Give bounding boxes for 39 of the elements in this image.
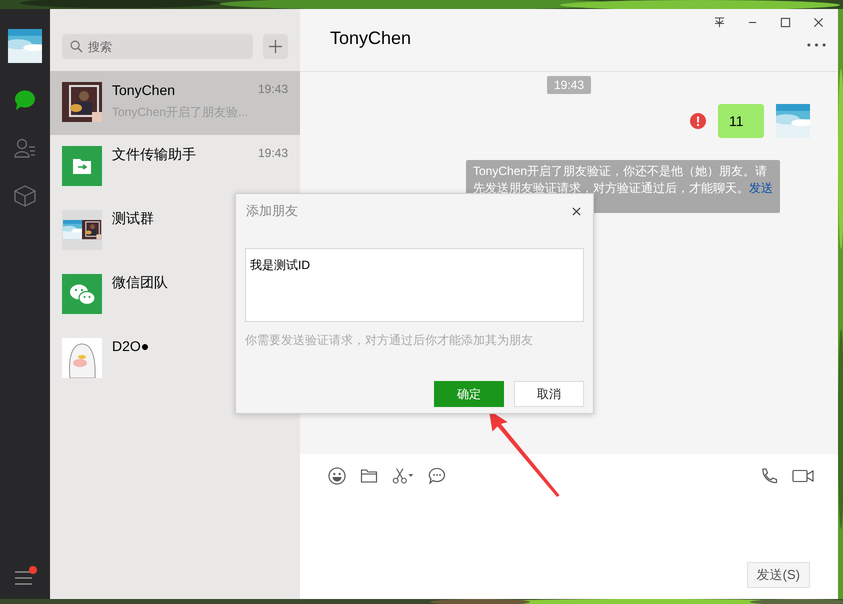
cancel-button[interactable]: 取消	[514, 381, 584, 407]
speech-bubble-icon[interactable]	[428, 467, 446, 485]
chat-bubbles-icon	[62, 274, 102, 314]
folder-icon	[62, 146, 102, 186]
dialog-title: 添加朋友	[246, 202, 298, 220]
search-icon	[70, 40, 83, 53]
input-field[interactable]: 我是测试ID	[245, 248, 584, 322]
search-field[interactable]: 搜索	[62, 34, 253, 59]
cube-icon[interactable]	[14, 185, 36, 207]
more-icon[interactable]	[807, 42, 826, 46]
contact-name: 文件传输助手	[112, 146, 196, 164]
contact-name: TonyChen	[112, 82, 176, 98]
chat-bubble-icon[interactable]	[14, 89, 36, 111]
scissors-icon[interactable]	[392, 467, 414, 485]
add-button[interactable]	[263, 34, 288, 59]
pin-icon[interactable]	[714, 17, 725, 28]
menu-icon[interactable]	[12, 565, 38, 585]
send-button[interactable]: 发送(S)	[746, 562, 810, 588]
video-camera-icon[interactable]	[792, 467, 814, 485]
plus-icon	[269, 40, 282, 53]
contact-name: 微信团队	[112, 274, 168, 292]
contact-name: 测试群	[112, 210, 154, 228]
timestamp: 19:43	[546, 76, 592, 94]
emoji-icon[interactable]	[328, 467, 346, 485]
message-bubble: 11	[718, 104, 764, 138]
conversation-item[interactable]: 文件传输助手 19:43	[50, 135, 300, 199]
error-icon[interactable]	[690, 113, 706, 129]
hint-text: 你需要发送验证请求，对方通过后你才能添加其为朋友	[245, 332, 534, 349]
phone-icon[interactable]	[760, 467, 778, 485]
person-list-icon[interactable]	[14, 137, 36, 159]
close-icon[interactable]	[572, 206, 581, 216]
contact-name: D2O●	[112, 338, 150, 354]
chat-title: TonyChen	[330, 28, 412, 49]
message-time: 19:43	[258, 82, 288, 98]
close-icon[interactable]	[813, 17, 824, 28]
folder-icon[interactable]	[360, 467, 378, 485]
message-time: 19:43	[258, 146, 288, 162]
confirm-button[interactable]: 确定	[434, 381, 504, 407]
maximize-icon[interactable]	[780, 17, 791, 28]
